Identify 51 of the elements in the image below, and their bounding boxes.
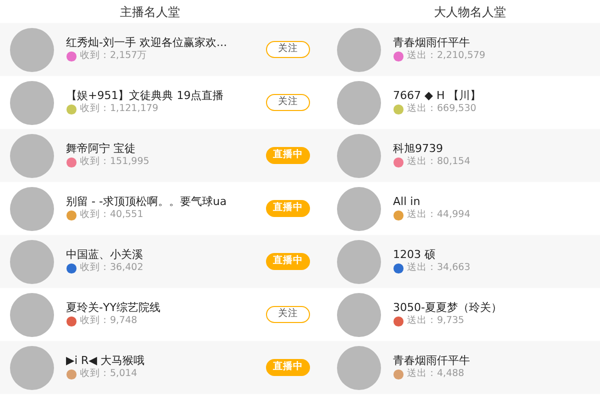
- avatar-photo-placeholder: [337, 186, 381, 230]
- user-name: 红秀灿-刘一手 欢迎各位赢家欢...: [66, 36, 228, 50]
- avatar-photo-placeholder: [337, 240, 381, 284]
- gift-count: 送出：669,530: [407, 103, 476, 116]
- user-name: 舞帝阿宁 宝徒: [66, 142, 136, 156]
- user-name: ▶i R◀ 大马猴哦: [66, 354, 146, 368]
- user-name: 【娱+951】文徒典典 19点直播: [66, 89, 225, 104]
- user-name: 中国蓝、小关溪: [66, 248, 144, 262]
- gift-count: 收到：5,014: [80, 368, 138, 381]
- live-button[interactable]: 直播中: [266, 147, 310, 164]
- live-button[interactable]: 直播中: [266, 200, 310, 217]
- gift-count: 收到：151,995: [80, 156, 150, 169]
- avatar-photo-placeholder: [10, 186, 54, 230]
- gift-count: 送出：9,735: [407, 315, 464, 328]
- gift-count: 送出：4,488: [407, 368, 464, 381]
- avatar-photo-placeholder: [337, 28, 381, 72]
- user-name: 科旭9739: [393, 142, 444, 156]
- gift-count: 收到：9,748: [80, 315, 138, 328]
- avatar-photo-placeholder: [10, 346, 54, 390]
- user-name: 夏玲关-YY综艺院线: [66, 301, 162, 316]
- follow-button[interactable]: 关注: [266, 306, 310, 323]
- live-button[interactable]: 直播中: [266, 253, 310, 270]
- user-name: 青春烟雨仟平牛: [393, 354, 471, 368]
- gift-count: 送出：2,210,579: [407, 50, 486, 63]
- avatar-photo-placeholder: [10, 80, 54, 124]
- gift-count: 收到：36,402: [80, 262, 144, 275]
- avatar-photo-placeholder: [337, 134, 381, 178]
- avatar-photo-placeholder: [337, 80, 381, 124]
- avatar-photo-placeholder: [10, 240, 54, 284]
- section-title: 主播名人堂: [119, 4, 181, 20]
- live-button[interactable]: 直播中: [266, 359, 310, 376]
- user-name: 青春烟雨仟平牛: [393, 36, 471, 50]
- gift-count: 收到：1,121,179: [80, 103, 158, 116]
- gift-count: 送出：80,154: [407, 156, 470, 169]
- avatar-photo-placeholder: [10, 28, 54, 72]
- avatar-photo-placeholder: [10, 134, 54, 178]
- gift-count: 收到：40,551: [80, 209, 144, 222]
- follow-button[interactable]: 关注: [266, 94, 310, 111]
- section-title: 大人物名人堂: [433, 4, 507, 20]
- user-name: 3050-夏夏梦（玲关）: [393, 301, 503, 315]
- user-name: 7667 ◆ H 【川】: [393, 89, 482, 103]
- avatar-photo-placeholder: [337, 292, 381, 336]
- user-name: 1203 硕: [393, 248, 436, 262]
- gift-count: 送出：44,994: [407, 209, 470, 222]
- gift-count: 送出：34,663: [407, 262, 470, 275]
- gift-count: 收到：2,157万: [80, 50, 148, 63]
- user-name: 别留 - -求顶顶松啊。。要气球ua: [66, 195, 228, 210]
- avatar-photo-placeholder: [10, 292, 54, 336]
- follow-button[interactable]: 关注: [266, 41, 310, 58]
- avatar-photo-placeholder: [337, 346, 381, 390]
- user-name: All in: [393, 195, 422, 209]
